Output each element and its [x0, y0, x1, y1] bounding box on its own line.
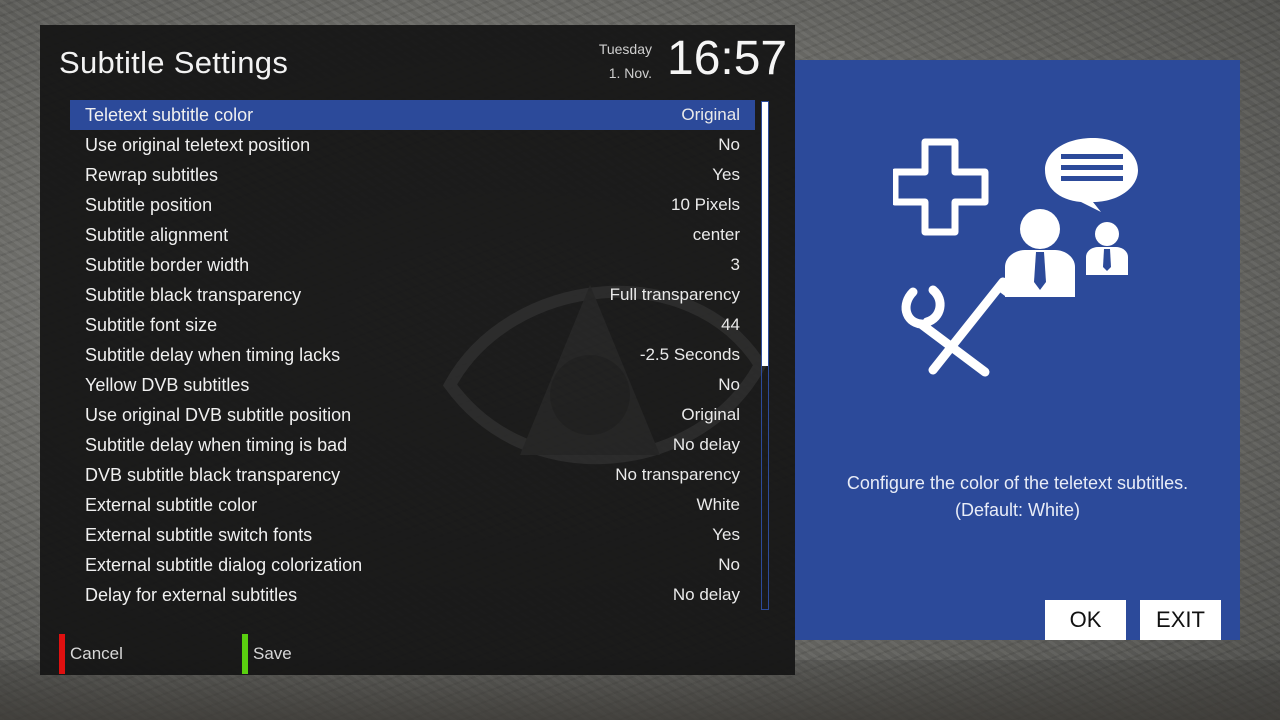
settings-row[interactable]: Rewrap subtitles Yes	[70, 160, 755, 190]
scrollbar[interactable]	[761, 101, 769, 610]
setting-value: Yes	[712, 165, 740, 184]
settings-row[interactable]: Use original teletext position No	[70, 130, 755, 160]
setting-value: Original	[681, 105, 740, 124]
setting-label: Subtitle font size	[85, 314, 218, 335]
settings-panel: Subtitle Settings Tuesday 1. Nov. 16:57 …	[40, 25, 795, 675]
settings-row[interactable]: Subtitle black transparency Full transpar…	[70, 280, 755, 310]
day-label: Tuesday	[598, 41, 652, 57]
info-panel: Configure the color of the teletext subt…	[795, 60, 1240, 640]
settings-row[interactable]: Use original DVB subtitle position Origin…	[70, 400, 755, 430]
setting-value: No	[718, 135, 740, 154]
settings-row[interactable]: Subtitle border width 3	[70, 250, 755, 280]
setting-label: External subtitle switch fonts	[85, 524, 313, 545]
settings-row[interactable]: Yellow DVB subtitles No	[70, 370, 755, 400]
setting-label: External subtitle dialog colorization	[85, 554, 363, 575]
settings-row[interactable]: Teletext subtitle color Original	[70, 100, 755, 130]
page-title: Subtitle Settings	[59, 45, 289, 80]
ok-button[interactable]: OK	[1045, 600, 1126, 640]
speech-bubble-icon	[1045, 138, 1138, 212]
setting-label: Subtitle black transparency	[85, 284, 302, 305]
person-icon	[1020, 209, 1060, 249]
settings-list: Teletext subtitle color Original Use origi…	[70, 100, 755, 610]
setting-label: DVB subtitle black transparency	[85, 464, 341, 485]
setting-value: -2.5 Seconds	[639, 345, 740, 364]
setting-value: center	[692, 225, 740, 244]
setting-value: 44	[721, 315, 740, 334]
setting-label: Subtitle border width	[85, 254, 250, 275]
cancel-button[interactable]: Cancel	[59, 634, 123, 674]
settings-row[interactable]: DVB subtitle black transparency No transp…	[70, 460, 755, 490]
setting-label: Subtitle alignment	[85, 224, 229, 245]
setting-value: No	[718, 375, 740, 394]
save-button[interactable]: Save	[242, 634, 292, 674]
setting-value: Original	[681, 405, 740, 424]
setting-value: No delay	[672, 585, 740, 604]
setting-label: Rewrap subtitles	[85, 164, 219, 185]
setting-value: 10 Pixels	[671, 195, 740, 214]
setting-label: Subtitle delay when timing lacks	[85, 344, 341, 365]
settings-row[interactable]: Subtitle position 10 Pixels	[70, 190, 755, 220]
setting-label: External subtitle color	[85, 494, 258, 515]
setting-value: Full transparency	[609, 285, 740, 304]
setting-value: No delay	[672, 435, 740, 454]
settings-row[interactable]: External subtitle dialog colorization No	[70, 550, 755, 580]
date-display: Tuesday 1. Nov.	[580, 37, 652, 85]
setting-value: No transparency	[615, 465, 740, 484]
settings-row[interactable]: Subtitle delay when timing lacks -2.5 Sec…	[70, 340, 755, 370]
setting-value: White	[696, 495, 740, 514]
setting-label: Delay for external subtitles	[85, 584, 298, 605]
help-description: Configure the color of the teletext subt…	[846, 473, 1189, 493]
exit-button[interactable]: EXIT	[1140, 600, 1221, 640]
setting-value: Yes	[712, 525, 740, 544]
settings-row[interactable]: External subtitle switch fonts Yes	[70, 520, 755, 550]
cancel-label: Cancel	[70, 644, 123, 663]
setting-label: Yellow DVB subtitles	[85, 374, 250, 395]
plus-icon	[893, 138, 989, 236]
setting-label: Use original teletext position	[85, 134, 311, 155]
setting-label: Use original DVB subtitle position	[85, 404, 352, 425]
settings-row[interactable]: External subtitle color White	[70, 490, 755, 520]
red-key-indicator	[59, 634, 65, 674]
green-key-indicator	[242, 634, 248, 674]
setting-value: 3	[730, 255, 740, 274]
settings-row[interactable]: Delay for external subtitles No delay	[70, 580, 755, 610]
setting-label: Subtitle delay when timing is bad	[85, 434, 348, 455]
settings-row[interactable]: Subtitle font size 44	[70, 310, 755, 340]
settings-row[interactable]: Subtitle alignment center	[70, 220, 755, 250]
tools-icon	[901, 277, 1008, 377]
setting-value: No	[718, 555, 740, 574]
setting-label: Subtitle position	[85, 194, 213, 215]
settings-support-icon	[893, 138, 1138, 377]
clock: 16:57	[667, 32, 788, 85]
help-default: (Default: White)	[954, 500, 1081, 520]
help-text: Configure the color of the teletext subt…	[795, 470, 1240, 524]
date-label: 1. Nov.	[608, 65, 652, 81]
setting-label: Teletext subtitle color	[85, 104, 254, 125]
scrollbar-thumb[interactable]	[762, 102, 768, 366]
save-label: Save	[253, 644, 292, 663]
settings-row[interactable]: Subtitle delay when timing is bad No dela…	[70, 430, 755, 460]
